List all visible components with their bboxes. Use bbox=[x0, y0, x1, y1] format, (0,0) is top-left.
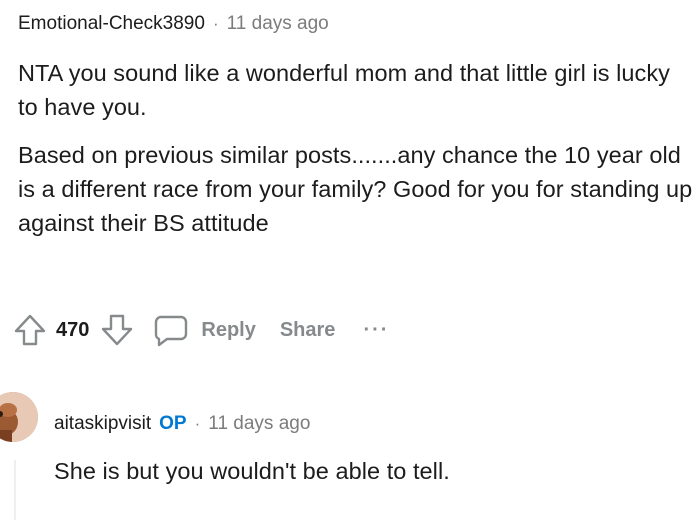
comment-timestamp[interactable]: 11 days ago bbox=[208, 410, 310, 438]
comment-username[interactable]: aitaskipvisit bbox=[54, 410, 151, 438]
comment-timestamp[interactable]: 11 days ago bbox=[227, 10, 329, 38]
comment-username[interactable]: Emotional-Check3890 bbox=[18, 10, 205, 38]
thread-line[interactable] bbox=[14, 460, 16, 520]
comment-meta: aitaskipvisit OP · 11 days ago bbox=[54, 410, 694, 438]
comment-actions: 470 Reply Share ··· bbox=[12, 310, 389, 350]
upvote-arrow-icon[interactable] bbox=[12, 312, 48, 348]
more-options-button[interactable]: ··· bbox=[363, 319, 389, 342]
vote-count: 470 bbox=[56, 318, 90, 341]
speech-bubble-icon bbox=[153, 312, 189, 348]
share-button[interactable]: Share bbox=[280, 319, 336, 342]
comment-paragraph: She is but you wouldn't be able to tell. bbox=[54, 458, 450, 484]
comment-paragraph: NTA you sound like a wonderful mom and t… bbox=[18, 60, 670, 120]
comment: Emotional-Check3890 · 11 days ago NTA yo… bbox=[18, 10, 693, 240]
comment-body: NTA you sound like a wonderful mom and t… bbox=[18, 56, 693, 240]
reply-comment: aitaskipvisit OP · 11 days ago She is bu… bbox=[54, 410, 694, 488]
reply-label: Reply bbox=[201, 318, 256, 341]
comment-body: She is but you wouldn't be able to tell. bbox=[54, 454, 694, 488]
comment-paragraph: Based on previous similar posts.......an… bbox=[18, 142, 693, 236]
reply-button[interactable]: Reply bbox=[153, 312, 256, 348]
meta-separator: · bbox=[212, 14, 219, 33]
op-badge: OP bbox=[159, 413, 187, 434]
avatar[interactable] bbox=[0, 392, 38, 442]
comment-meta: Emotional-Check3890 · 11 days ago bbox=[18, 10, 693, 38]
downvote-arrow-icon[interactable] bbox=[99, 312, 135, 348]
meta-separator: · bbox=[194, 414, 201, 433]
